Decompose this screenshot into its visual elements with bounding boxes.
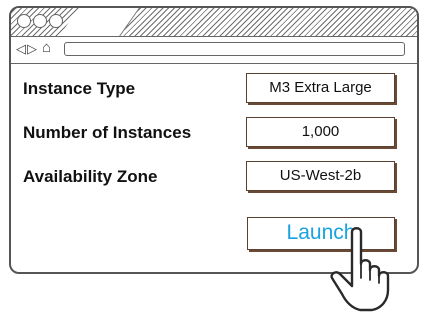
minimize-window-icon[interactable] (33, 14, 47, 28)
back-arrow-icon[interactable]: ◁ (16, 41, 26, 57)
availability-zone-field[interactable]: US-West-2b (246, 161, 395, 191)
title-bar (11, 8, 417, 36)
address-bar[interactable] (64, 42, 405, 56)
hand-pointer-icon (330, 227, 390, 312)
instance-type-field[interactable]: M3 Extra Large (246, 73, 395, 103)
home-icon[interactable]: ⌂ (42, 40, 51, 56)
number-of-instances-field[interactable]: 1,000 (246, 117, 395, 147)
close-window-icon[interactable] (17, 14, 31, 28)
maximize-window-icon[interactable] (49, 14, 63, 28)
number-of-instances-label: Number of Instances (23, 123, 192, 142)
forward-arrow-icon[interactable]: ▷ (27, 41, 37, 57)
instance-type-label: Instance Type (23, 79, 136, 98)
browser-tab[interactable] (59, 8, 140, 36)
browser-toolbar: ◁ ▷ ⌂ (11, 36, 417, 64)
availability-zone-label: Availability Zone (23, 167, 158, 186)
